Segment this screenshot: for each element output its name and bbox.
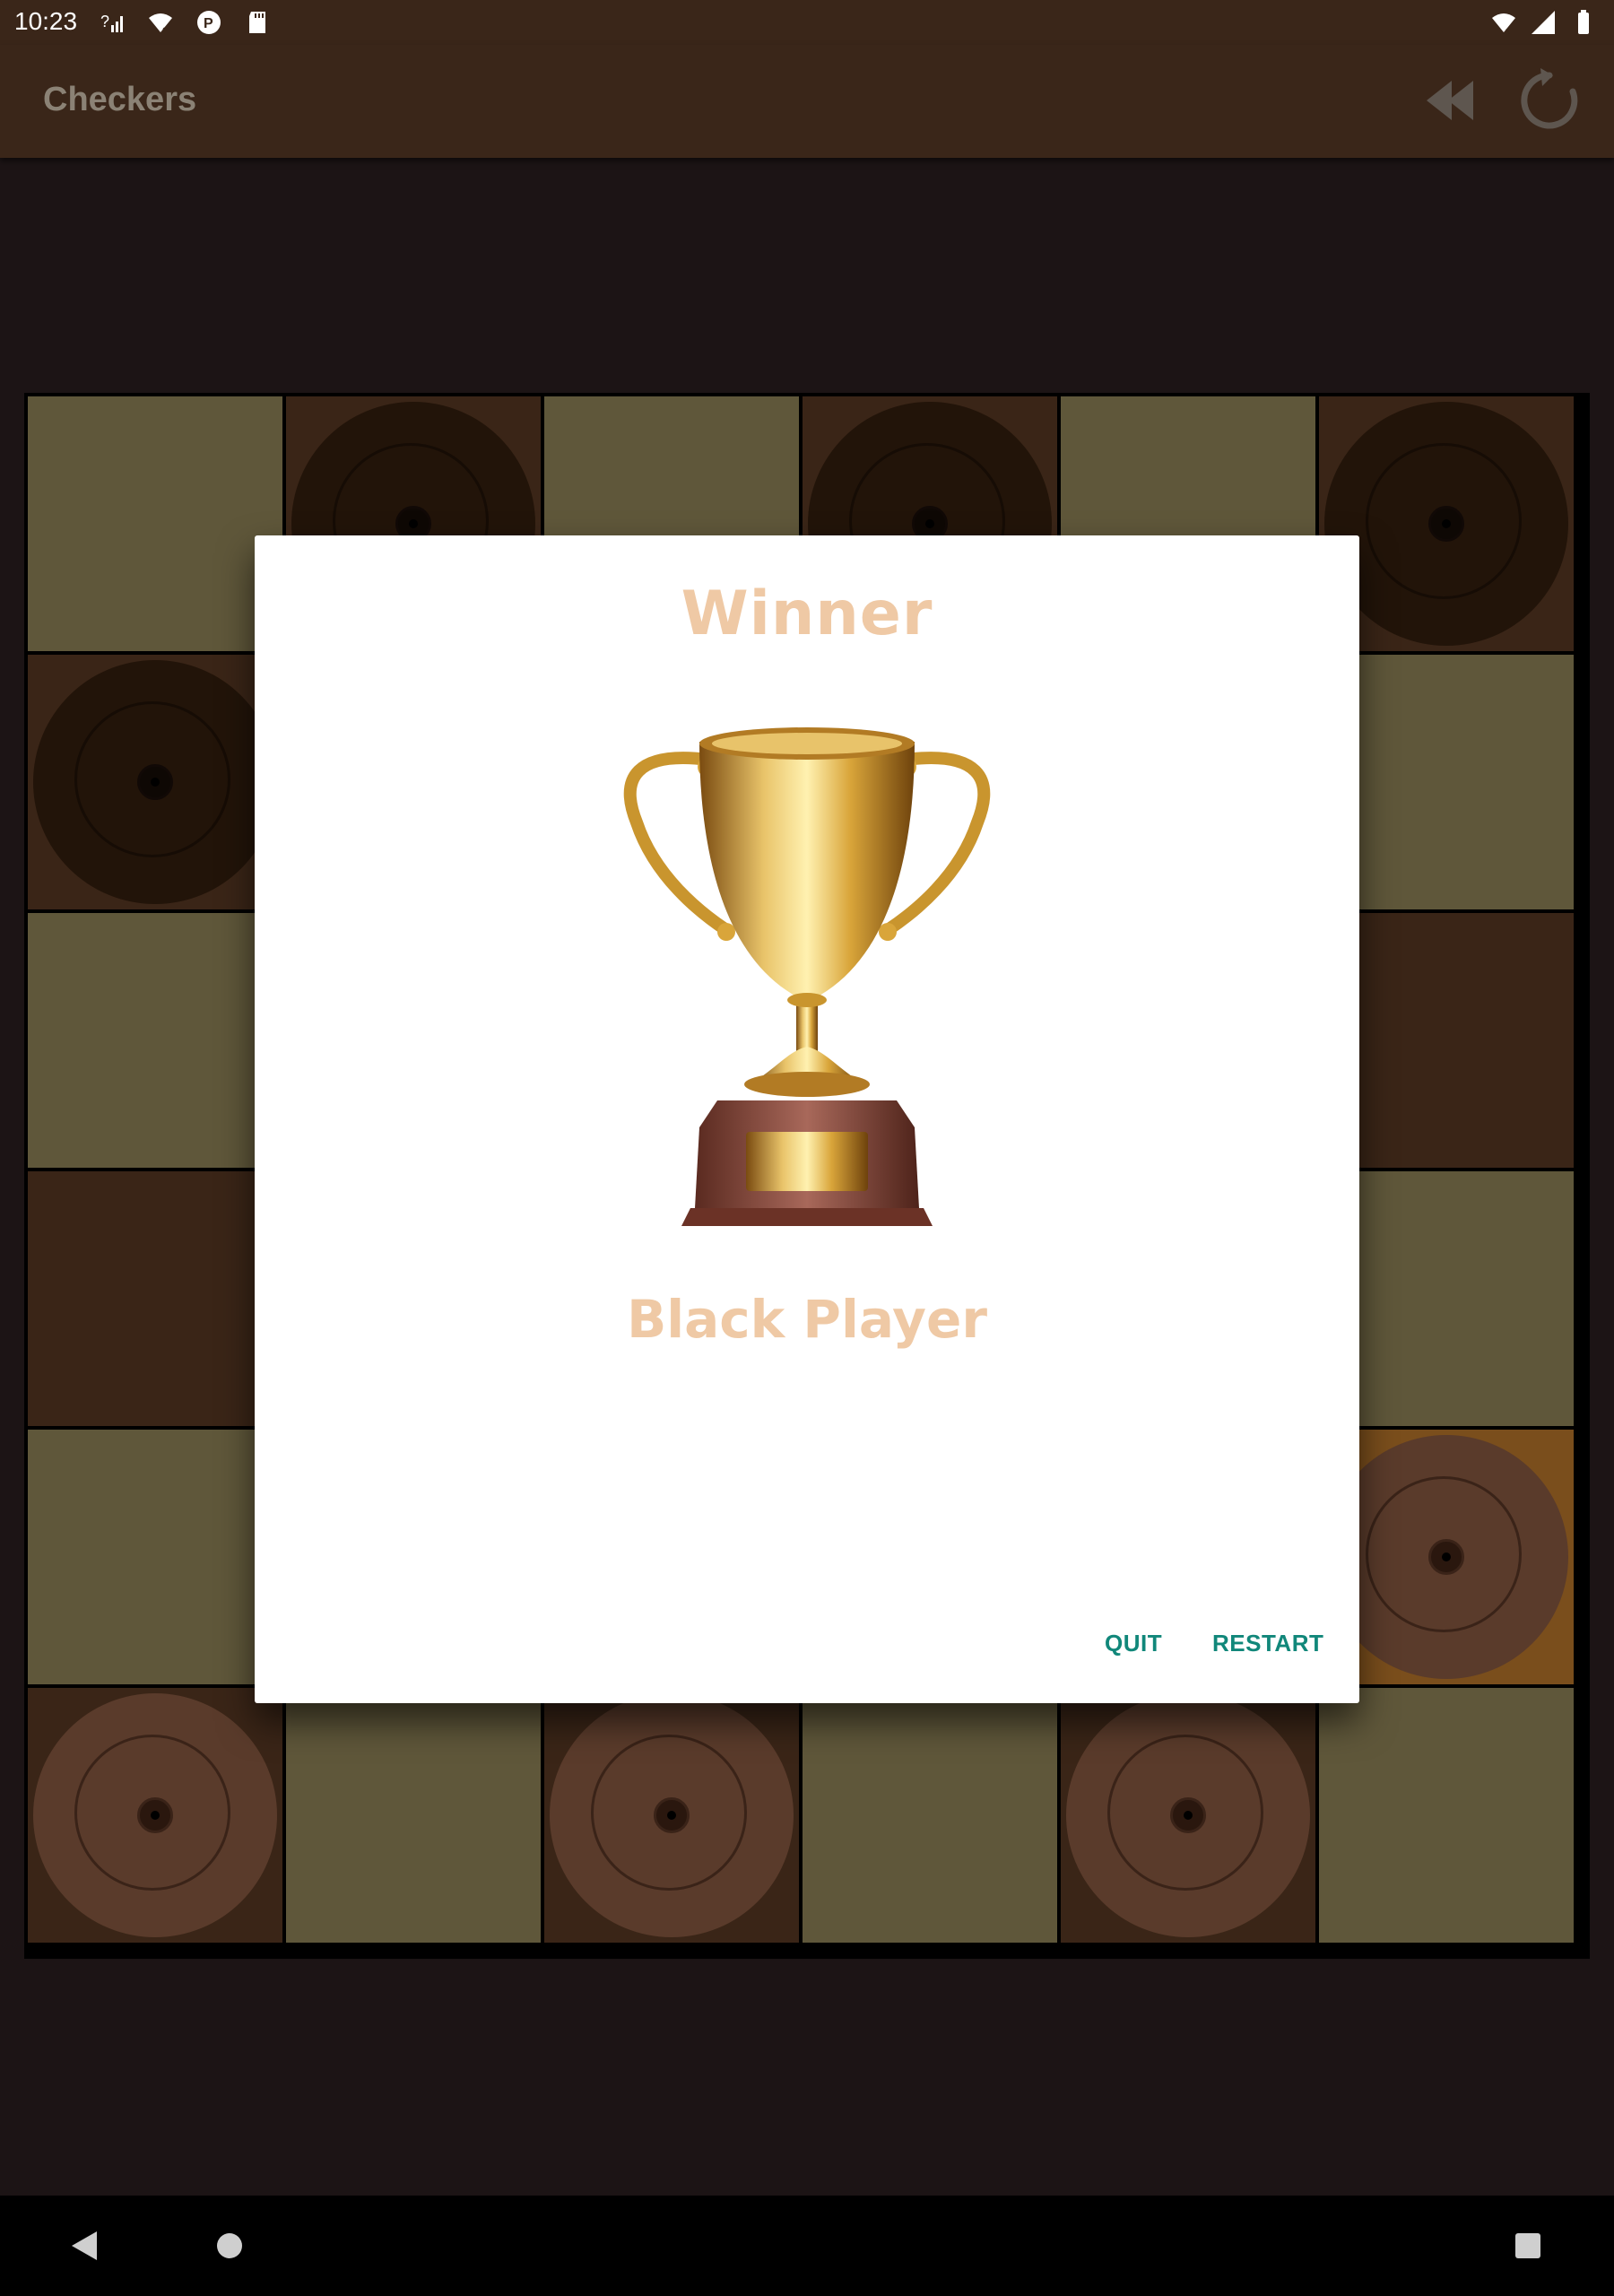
trophy-icon bbox=[623, 727, 991, 1226]
piece-center bbox=[1170, 1797, 1206, 1833]
board-square[interactable] bbox=[1319, 1688, 1574, 1943]
board-square[interactable] bbox=[28, 655, 282, 909]
home-button[interactable] bbox=[204, 2221, 255, 2271]
board-square[interactable] bbox=[28, 913, 282, 1168]
board-square[interactable] bbox=[28, 396, 282, 651]
piece-center bbox=[1428, 1539, 1464, 1575]
wifi-off-icon: x bbox=[1492, 13, 1515, 36]
piece-center bbox=[137, 764, 173, 800]
white-checker-piece[interactable] bbox=[1066, 1693, 1310, 1937]
white-checker-piece[interactable] bbox=[33, 1693, 277, 1937]
rewind-button[interactable] bbox=[1412, 65, 1484, 136]
black-checker-piece[interactable] bbox=[1324, 402, 1568, 646]
home-icon bbox=[217, 2233, 242, 2258]
wifi-unknown-icon: ? bbox=[149, 13, 172, 36]
restart-icon bbox=[1521, 68, 1578, 129]
board-square[interactable] bbox=[28, 1688, 282, 1943]
winner-dialog: Winner Black Player QUIT RESTART bbox=[255, 535, 1359, 1703]
board-square[interactable] bbox=[28, 1430, 282, 1684]
status-icons-right: x bbox=[1490, 7, 1596, 38]
status-time: 10:23 bbox=[14, 7, 78, 35]
piece-center bbox=[1428, 506, 1464, 542]
svg-text:P: P bbox=[204, 16, 213, 31]
restart-button[interactable] bbox=[1514, 65, 1585, 136]
white-checker-piece[interactable] bbox=[1324, 1435, 1568, 1679]
white-checker-piece[interactable] bbox=[550, 1693, 794, 1937]
recents-icon bbox=[1515, 2233, 1540, 2258]
signal-unknown-icon: ? bbox=[100, 13, 123, 32]
rewind-icon bbox=[1427, 81, 1473, 120]
cellular-icon bbox=[1532, 11, 1555, 34]
app-bar: Checkers bbox=[0, 45, 1614, 158]
board-square[interactable] bbox=[1061, 1688, 1315, 1943]
sd-card-icon bbox=[249, 12, 265, 33]
winner-name: Black Player bbox=[627, 1289, 987, 1350]
quit-button[interactable]: QUIT bbox=[1105, 1630, 1162, 1657]
back-icon bbox=[72, 2231, 97, 2260]
status-icons-left: ? ? P bbox=[99, 7, 271, 38]
back-button[interactable] bbox=[59, 2221, 109, 2271]
svg-text:x: x bbox=[1506, 27, 1510, 36]
board-square[interactable] bbox=[544, 1688, 799, 1943]
app-notification-icon: P bbox=[197, 11, 221, 34]
piece-center bbox=[137, 1797, 173, 1833]
board-square[interactable] bbox=[803, 1688, 1057, 1943]
navigation-bar bbox=[0, 2196, 1614, 2296]
battery-icon bbox=[1578, 10, 1589, 34]
svg-text:?: ? bbox=[100, 13, 109, 30]
recents-button[interactable] bbox=[1503, 2221, 1553, 2271]
board-square[interactable] bbox=[286, 1688, 541, 1943]
app-title: Checkers bbox=[43, 81, 197, 118]
black-checker-piece[interactable] bbox=[33, 660, 277, 904]
board-square[interactable] bbox=[28, 1171, 282, 1426]
dialog-title: Winner bbox=[681, 578, 933, 649]
svg-text:?: ? bbox=[162, 26, 168, 36]
status-bar: 10:23 ? ? P x bbox=[0, 0, 1614, 45]
piece-center bbox=[654, 1797, 690, 1833]
restart-dialog-button[interactable]: RESTART bbox=[1212, 1630, 1323, 1657]
